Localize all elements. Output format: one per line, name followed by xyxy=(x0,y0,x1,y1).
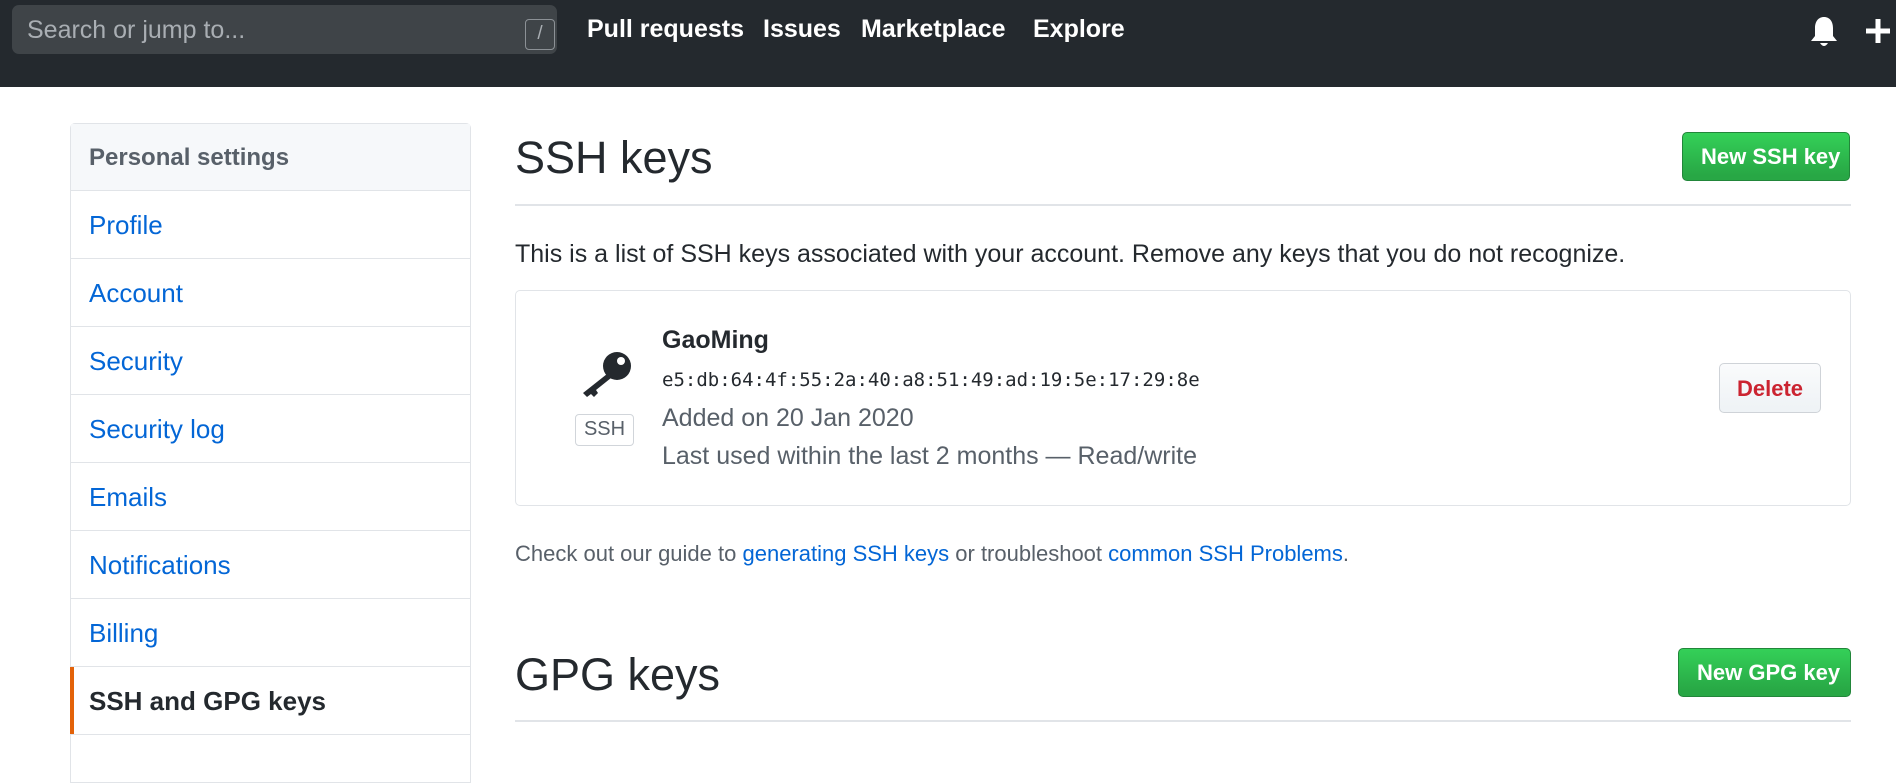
delete-key-button[interactable]: Delete xyxy=(1719,363,1821,413)
sidebar-item-account[interactable]: Account xyxy=(71,259,470,327)
ssh-guide-text: Check out our guide to generating SSH ke… xyxy=(515,541,1349,567)
search-placeholder: Search or jump to... xyxy=(27,16,246,44)
sidebar-item-emails[interactable]: Emails xyxy=(71,463,470,531)
sidebar-item-security[interactable]: Security xyxy=(71,327,470,395)
ssh-divider xyxy=(515,204,1851,206)
gpg-divider xyxy=(515,720,1851,722)
search-shortcut-key: / xyxy=(525,19,555,50)
nav-explore[interactable]: Explore xyxy=(1033,15,1125,44)
key-fingerprint: e5:db:64:4f:55:2a:40:a8:51:49:ad:19:5e:1… xyxy=(662,369,1200,391)
new-ssh-key-button[interactable]: New SSH key xyxy=(1682,132,1850,181)
key-title: GaoMing xyxy=(662,326,769,354)
nav-pull-requests[interactable]: Pull requests xyxy=(587,15,744,44)
ssh-intro-text: This is a list of SSH keys associated wi… xyxy=(515,240,1626,268)
guide-prefix: Check out our guide to xyxy=(515,541,743,566)
key-added-date: Added on 20 Jan 2020 xyxy=(662,404,914,432)
nav-marketplace[interactable]: Marketplace xyxy=(861,15,1006,44)
sidebar-item-billing[interactable]: Billing xyxy=(71,599,470,667)
nav-issues[interactable]: Issues xyxy=(763,15,841,44)
plus-icon[interactable] xyxy=(1864,16,1892,46)
key-icon xyxy=(583,352,631,397)
guide-suffix: . xyxy=(1342,541,1350,566)
settings-sidebar: Personal settings Profile Account Securi… xyxy=(69,123,471,783)
ssh-badge: SSH xyxy=(575,414,634,446)
bell-icon[interactable] xyxy=(1808,15,1840,49)
sidebar-item-security-log[interactable]: Security log xyxy=(71,395,470,463)
sidebar-heading: Personal settings xyxy=(71,124,470,191)
gpg-keys-title: GPG keys xyxy=(515,649,721,700)
sidebar-item-ssh-gpg-keys[interactable]: SSH and GPG keys xyxy=(69,667,470,735)
key-last-used: Last used within the last 2 months — Rea… xyxy=(662,442,1197,470)
generating-ssh-keys-link[interactable]: generating SSH keys xyxy=(742,541,949,566)
sidebar-item-profile[interactable]: Profile xyxy=(71,191,470,259)
ssh-key-item: SSH GaoMing e5:db:64:4f:55:2a:40:a8:51:4… xyxy=(515,290,1851,506)
guide-middle: or troubleshoot xyxy=(949,541,1109,566)
new-gpg-key-button[interactable]: New GPG key xyxy=(1678,648,1851,697)
search-input[interactable]: Search or jump to... / xyxy=(12,5,557,54)
ssh-keys-title: SSH keys xyxy=(515,132,713,183)
common-ssh-problems-link[interactable]: common SSH Problems xyxy=(1108,541,1343,566)
top-navigation-bar: Search or jump to... / Pull requests Iss… xyxy=(0,0,1896,87)
sidebar-item-notifications[interactable]: Notifications xyxy=(71,531,470,599)
